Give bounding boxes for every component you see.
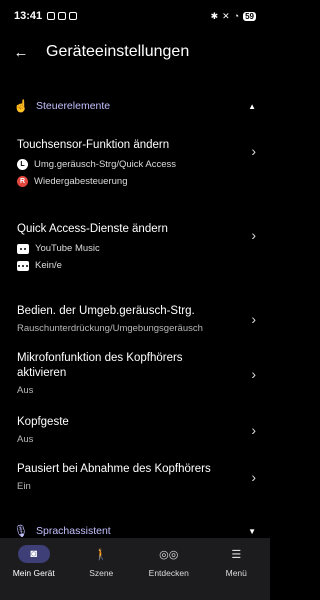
touch-hand-icon: ☝ [13, 99, 29, 113]
nav-menu[interactable]: ☰ Menü [203, 538, 271, 600]
row-title: Kopfgeste [17, 415, 69, 428]
list-item: YouTube Music [17, 243, 232, 254]
section-controls[interactable]: ☝ Steuerelemente ▲ [0, 93, 270, 119]
wifi-icon: ◔ [233, 11, 240, 21]
nav-label: Mein Gerät [12, 568, 55, 578]
quick-access-icon [17, 243, 29, 254]
status-time: 13:41 [14, 10, 43, 22]
row-title: Quick Access-Dienste ändern [17, 223, 168, 235]
right-badge-icon: R [17, 176, 28, 187]
page-title: Geräteeinstellungen [46, 43, 190, 60]
row-value: Wiedergabesteuerung [34, 176, 128, 187]
headphones-icon: ◙ [17, 545, 50, 563]
row-value: Rauschunterdrückung/Umgebungsgeräusch [17, 322, 203, 334]
chevron-right-icon: › [251, 469, 256, 485]
chevron-right-icon: › [251, 422, 256, 438]
nav-scene[interactable]: 🚶 Szene [68, 538, 136, 600]
notification-icon [58, 12, 67, 20]
row-value: YouTube Music [35, 243, 100, 254]
app-header: ← Geräteeinstellungen [0, 36, 270, 68]
row-head-gesture[interactable]: Kopfgeste Aus › [0, 414, 270, 446]
row-value: Ein [17, 480, 31, 492]
row-ambient-control[interactable]: Bedien. der Umgeb.geräusch-Strg. Rauschu… [0, 303, 270, 335]
chevron-right-icon: › [251, 227, 256, 243]
row-value: Aus [17, 385, 34, 396]
nav-label: Entdecken [148, 568, 189, 578]
list-item: L Umg.geräusch-Strg/Quick Access [17, 159, 232, 170]
row-value: Umg.geräusch-Strg/Quick Access [34, 159, 177, 170]
status-bar: 13:41 ✱ ✕ ◔ 59 [0, 0, 270, 32]
mute-icon: ✕ [222, 10, 230, 21]
bluetooth-icon: ✱ [210, 10, 219, 21]
row-value: Kein/e [35, 260, 62, 271]
nav-label: Menü [225, 568, 247, 578]
walking-person-icon: 🚶 [94, 548, 109, 561]
chevron-right-icon: › [251, 311, 256, 327]
hamburger-menu-icon: ☰ [231, 548, 242, 561]
row-title: Pausiert bei Abnahme des Kopfhörers [17, 462, 211, 475]
list-item: Kein/e [17, 260, 232, 271]
notification-icon [47, 12, 56, 20]
section-label: Sprachassistent [36, 525, 111, 537]
chevron-right-icon: › [251, 143, 256, 159]
binoculars-icon: ◎◎ [159, 548, 179, 561]
battery-icon: 59 [243, 11, 256, 21]
row-title: Bedien. der Umgeb.geräusch-Strg. [17, 304, 195, 317]
row-title: Mikrofonfunktion des Kopfhörers aktivier… [17, 352, 183, 379]
microphone-icon: 🎙 [13, 524, 29, 538]
collapse-arrow-icon[interactable]: ▲ [248, 102, 256, 111]
row-touchsensor[interactable]: Touchsensor-Funktion ändern L Umg.geräus… [0, 138, 270, 187]
left-badge-icon: L [17, 159, 28, 170]
expand-arrow-icon[interactable]: ▼ [248, 527, 256, 536]
system-icons: ✱ ✕ ◔ 59 [211, 11, 256, 22]
chevron-right-icon: › [251, 366, 256, 382]
quick-access-icon [17, 260, 29, 271]
row-quick-access[interactable]: Quick Access-Dienste ändern YouTube Musi… [0, 222, 270, 271]
notification-icon [69, 12, 78, 20]
nav-label: Szene [89, 568, 114, 578]
nav-discover[interactable]: ◎◎ Entdecken [135, 538, 203, 600]
nav-my-device[interactable]: ◙ Mein Gerät [0, 538, 68, 600]
bottom-navigation: ◙ Mein Gerät 🚶 Szene ◎◎ Entdecken ☰ Menü [0, 538, 270, 600]
row-value: Aus [17, 433, 34, 445]
row-pause-removal[interactable]: Pausiert bei Abnahme des Kopfhörers Ein … [0, 461, 270, 493]
row-title: Touchsensor-Funktion ändern [17, 139, 170, 151]
row-microphone[interactable]: Mikrofonfunktion des Kopfhörers aktivier… [0, 351, 270, 397]
back-arrow-icon[interactable]: ← [12, 43, 30, 61]
list-item: R Wiedergabesteuerung [17, 176, 232, 187]
section-label: Steuerelemente [36, 100, 111, 112]
notification-icons [47, 12, 78, 20]
